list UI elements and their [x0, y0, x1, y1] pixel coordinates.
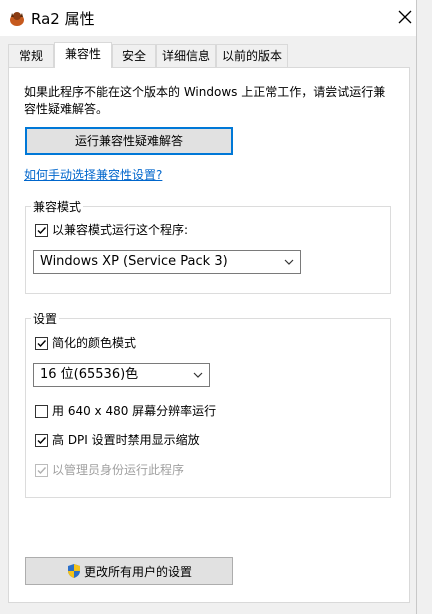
tab-general[interactable]: 常规	[8, 44, 54, 67]
change-all-users-label: 更改所有用户的设置	[84, 565, 193, 579]
chevron-down-icon	[193, 372, 203, 378]
background-window-strip	[417, 0, 432, 614]
reduced-color-label: 简化的颜色模式	[52, 336, 137, 350]
uac-shield-icon	[66, 563, 82, 579]
troubleshoot-button[interactable]: 运行兼容性疑难解答	[25, 127, 233, 155]
intro-line-1: 如果此程序不能在这个版本的 Windows 上正常工作，请尝试运行兼	[24, 85, 386, 99]
run-admin-checkbox[interactable]	[35, 464, 48, 477]
high-dpi-label: 高 DPI 设置时禁用显示缩放	[52, 433, 200, 447]
compat-mode-checkbox[interactable]	[35, 224, 48, 237]
compat-mode-title: 兼容模式	[31, 198, 84, 215]
res-640-checkbox[interactable]	[35, 405, 48, 418]
color-depth-value: 16 位(65536)色	[40, 367, 139, 382]
os-version-value: Windows XP (Service Pack 3)	[40, 254, 228, 269]
chevron-down-icon	[284, 259, 294, 265]
window-title: Ra2 属性	[31, 10, 95, 28]
close-icon[interactable]	[396, 8, 414, 26]
reduced-color-checkbox[interactable]	[35, 337, 48, 350]
color-depth-select[interactable]: 16 位(65536)色	[33, 363, 210, 387]
intro-line-2: 容性疑难解答。	[24, 102, 109, 116]
settings-title: 设置	[31, 310, 60, 327]
change-all-users-button[interactable]: 更改所有用户的设置	[25, 557, 233, 585]
tab-details[interactable]: 详细信息	[156, 44, 216, 67]
os-version-select[interactable]: Windows XP (Service Pack 3)	[33, 250, 301, 274]
manual-settings-link[interactable]: 如何手动选择兼容性设置?	[24, 166, 162, 183]
res-640-label: 用 640 x 480 屏幕分辨率运行	[52, 404, 217, 418]
compat-mode-label: 以兼容模式运行这个程序:	[52, 223, 189, 237]
tab-compatibility[interactable]: 兼容性	[54, 42, 112, 68]
tab-security[interactable]: 安全	[112, 44, 156, 67]
run-admin-label: 以管理员身份运行此程序	[52, 463, 185, 477]
high-dpi-checkbox[interactable]	[35, 434, 48, 447]
tab-previous-versions[interactable]: 以前的版本	[216, 44, 288, 67]
ra2-app-icon	[8, 9, 26, 27]
